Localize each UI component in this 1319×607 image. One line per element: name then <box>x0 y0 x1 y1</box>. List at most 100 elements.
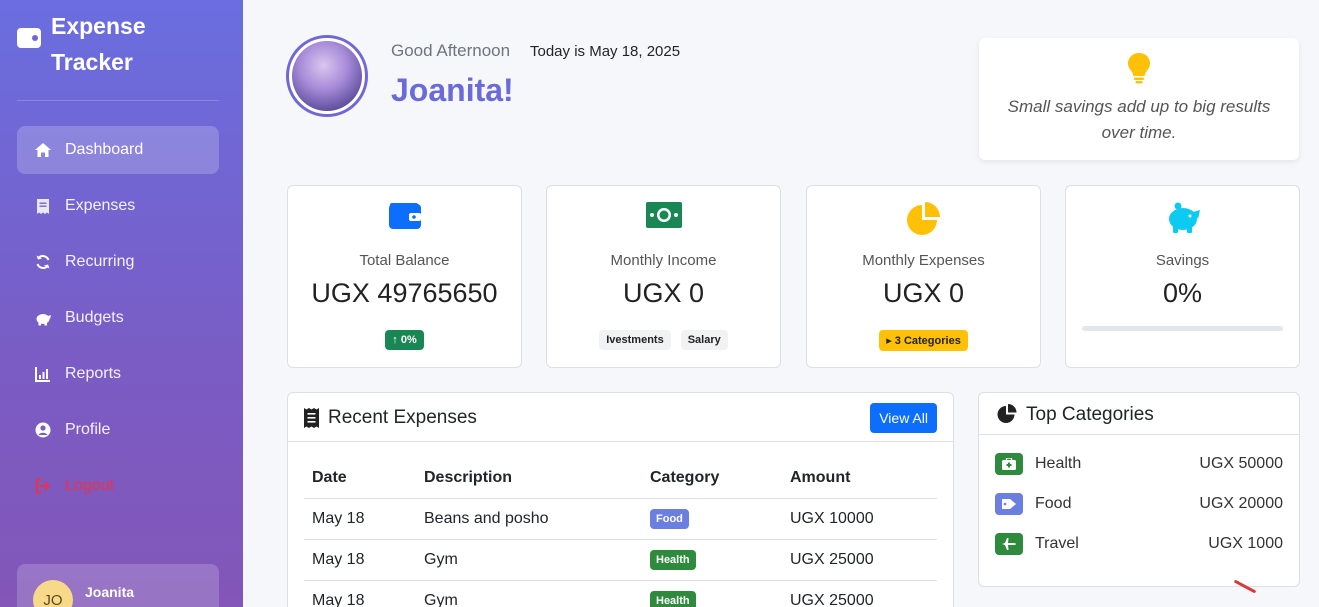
categories-badge: ▸ 3 Categories <box>879 330 968 351</box>
sidebar-item-budgets[interactable]: Budgets <box>17 294 219 342</box>
sidebar-item-profile[interactable]: Profile <box>17 406 219 454</box>
category-badge: Food <box>650 508 689 529</box>
card-title: Recent Expenses <box>328 407 477 428</box>
sidebar: Expense Tracker Dashboard Expenses Recur… <box>0 0 243 607</box>
wallet-icon <box>388 202 421 235</box>
category-amount: UGX 1000 <box>1208 535 1283 552</box>
expense-date: May 18 <box>304 539 416 581</box>
sidebar-item-recurring[interactable]: Recurring <box>17 238 219 286</box>
table-header-row: Date Description Category Amount <box>304 458 937 499</box>
view-all-button[interactable]: View All <box>870 403 937 433</box>
app-name: Expense Tracker <box>51 13 146 75</box>
user-circle-icon <box>33 421 53 439</box>
expense-description: Gym <box>416 580 642 607</box>
stat-value: UGX 49765650 <box>311 278 498 308</box>
expense-date: May 18 <box>304 580 416 607</box>
pie-chart-icon <box>906 202 942 241</box>
recent-expenses-card: Recent Expenses View All Date Descriptio… <box>287 392 954 607</box>
expense-amount: UGX 25000 <box>782 539 937 581</box>
category-name: Travel <box>1035 535 1079 552</box>
sidebar-item-dashboard[interactable]: Dashboard <box>17 126 219 174</box>
today-date: Today is May 18, 2025 <box>530 43 681 60</box>
sidebar-item-label: Logout <box>65 477 114 494</box>
category-item[interactable]: Travel UGX 1000 <box>995 532 1283 556</box>
stat-label: Total Balance <box>359 252 450 269</box>
user-card[interactable]: JO Joanita <box>17 564 219 607</box>
profile-photo <box>292 41 362 111</box>
expense-date: May 18 <box>304 498 416 540</box>
money-bill-icon <box>645 202 682 233</box>
table-row[interactable]: May 18 Gym Health UGX 25000 <box>304 539 937 581</box>
category-name: Food <box>1035 495 1072 512</box>
sidebar-item-expenses[interactable]: Expenses <box>17 182 219 230</box>
column-header[interactable]: Category <box>642 458 782 499</box>
table-row[interactable]: May 18 Beans and posho Food UGX 10000 <box>304 498 937 540</box>
savings-progress <box>1082 326 1283 331</box>
profile-avatar[interactable] <box>286 35 368 117</box>
chart-icon <box>33 365 53 383</box>
sidebar-item-label: Budgets <box>65 309 124 326</box>
expenses-table: Date Description Category Amount May 18 … <box>304 458 937 607</box>
monthly-income-card: Monthly Income UGX 0 Ivestments Salary <box>546 185 781 368</box>
expense-amount: UGX 10000 <box>782 498 937 540</box>
sidebar-item-reports[interactable]: Reports <box>17 350 219 398</box>
sidebar-item-label: Profile <box>65 421 111 438</box>
category-amount: UGX 50000 <box>1199 455 1283 472</box>
category-item[interactable]: Food UGX 20000 <box>995 492 1283 516</box>
category-badge: Health <box>650 549 696 570</box>
category-badge: Health <box>650 590 696 607</box>
card-header: Top Categories <box>979 393 1299 435</box>
receipt-icon <box>33 197 53 215</box>
change-badge: ↑ 0% <box>385 330 424 350</box>
tag-icon <box>995 493 1023 515</box>
piggy-bank-icon <box>33 309 53 327</box>
sidebar-item-logout[interactable]: Logout <box>17 462 219 510</box>
table-row[interactable]: May 18 Gym Health UGX 25000 <box>304 580 937 607</box>
stat-label: Savings <box>1155 252 1210 269</box>
greeting: Good Afternoon <box>391 41 511 60</box>
savings-card: Savings 0% <box>1065 185 1300 368</box>
brand[interactable]: Expense Tracker <box>17 8 171 80</box>
stat-value: 0% <box>1162 278 1203 308</box>
medkit-icon <box>995 453 1023 475</box>
receipt-icon <box>304 408 319 433</box>
column-header[interactable]: Description <box>416 458 642 499</box>
user-greeting-name: Joanita! <box>391 72 514 108</box>
lightbulb-icon <box>1127 52 1151 89</box>
piggy-bank-icon <box>1164 202 1202 239</box>
stat-value: UGX 0 <box>622 278 705 308</box>
monthly-expenses-card: Monthly Expenses UGX 0 ▸ 3 Categories <box>806 185 1041 368</box>
expense-amount: UGX 25000 <box>782 580 937 607</box>
column-header[interactable]: Date <box>304 458 416 499</box>
divider <box>17 100 219 101</box>
card-header: Recent Expenses View All <box>288 393 953 442</box>
income-tag: Ivestments <box>599 330 671 350</box>
sidebar-nav: Dashboard Expenses Recurring Budgets Rep… <box>17 126 219 518</box>
user-name: Joanita <box>85 584 135 600</box>
home-icon <box>33 141 53 159</box>
sidebar-item-label: Recurring <box>65 253 135 270</box>
sidebar-item-label: Reports <box>65 365 122 382</box>
category-name: Health <box>1035 455 1082 472</box>
tag-icon: ▸ <box>886 335 892 347</box>
sync-icon <box>33 253 53 271</box>
stat-label: Monthly Income <box>610 252 717 269</box>
wallet-icon <box>17 28 41 48</box>
category-amount: UGX 20000 <box>1199 495 1283 512</box>
category-item[interactable]: Health UGX 50000 <box>995 452 1283 476</box>
column-header[interactable]: Amount <box>782 458 937 499</box>
card-title: Top Categories <box>1026 404 1154 425</box>
stat-value: UGX 0 <box>882 278 965 308</box>
sidebar-item-label: Expenses <box>65 197 136 214</box>
tip-card: Small savings add up to big results over… <box>979 38 1299 160</box>
top-categories-card: Top Categories Health UGX 50000 Food UGX… <box>978 392 1300 587</box>
avatar: JO <box>33 580 73 607</box>
tip-text: Small savings add up to big results over… <box>1007 97 1271 142</box>
income-tag: Salary <box>680 330 728 350</box>
expense-description: Gym <box>416 539 642 581</box>
sidebar-item-label: Dashboard <box>65 141 144 158</box>
pie-chart-icon <box>997 404 1018 429</box>
stat-label: Monthly Expenses <box>862 252 985 269</box>
categories-count: 3 Categories <box>894 335 961 347</box>
plane-icon <box>995 533 1023 555</box>
